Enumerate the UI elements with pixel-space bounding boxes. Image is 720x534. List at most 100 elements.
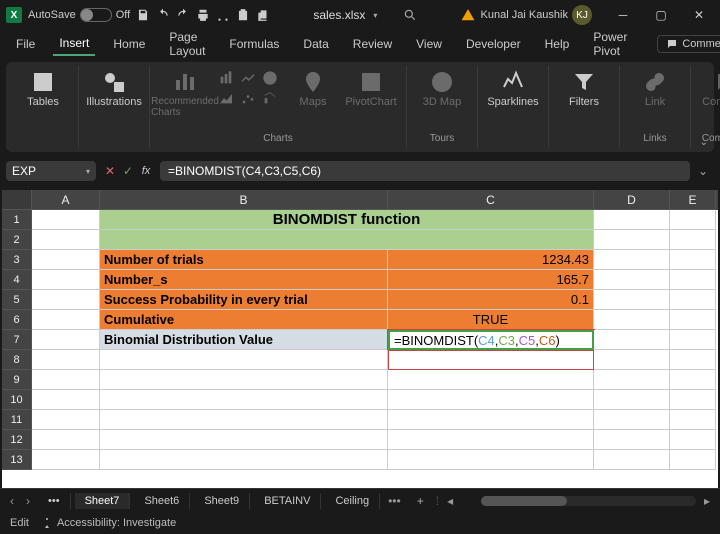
sheet-nav-next[interactable]: › bbox=[22, 494, 34, 508]
cell-E12[interactable] bbox=[670, 430, 716, 450]
filename-chevron-icon[interactable]: ▾ bbox=[373, 11, 377, 20]
tab-view[interactable]: View bbox=[410, 33, 448, 55]
cell-D9[interactable] bbox=[594, 370, 670, 390]
cell-A1[interactable] bbox=[32, 210, 100, 230]
cell-A7[interactable] bbox=[32, 330, 100, 350]
cell-E8[interactable] bbox=[670, 350, 716, 370]
cell-B8[interactable] bbox=[100, 350, 388, 370]
user-account[interactable]: Kunal Jai Kaushik KJ bbox=[481, 5, 592, 25]
sheet-tab-sheet6[interactable]: Sheet6 bbox=[134, 493, 190, 509]
redo-icon[interactable] bbox=[176, 8, 190, 22]
cell-C11[interactable] bbox=[388, 410, 594, 430]
tables-button[interactable]: Tables bbox=[18, 70, 68, 108]
sheet-tab-more[interactable]: ••• bbox=[38, 493, 71, 509]
row-header-10[interactable]: 10 bbox=[2, 390, 32, 410]
cell-C8[interactable] bbox=[388, 350, 594, 370]
warning-icon[interactable] bbox=[461, 8, 475, 22]
spreadsheet-grid[interactable]: A B C D E 1 BINOMDIST function 2 3 Numbe… bbox=[2, 190, 718, 488]
name-box[interactable]: EXP ▾ bbox=[6, 161, 96, 181]
tab-review[interactable]: Review bbox=[347, 33, 398, 55]
cell-D6[interactable] bbox=[594, 310, 670, 330]
cell-D8[interactable] bbox=[594, 350, 670, 370]
cancel-formula-button[interactable]: ✕ bbox=[102, 163, 118, 179]
save-icon[interactable] bbox=[136, 8, 150, 22]
sheet-tab-more-right[interactable]: ••• bbox=[384, 494, 405, 508]
scroll-thumb[interactable] bbox=[481, 496, 567, 506]
tab-file[interactable]: File bbox=[10, 33, 41, 55]
tab-formulas[interactable]: Formulas bbox=[223, 33, 285, 55]
new-sheet-button[interactable]: + bbox=[409, 494, 432, 508]
row-header-8[interactable]: 8 bbox=[2, 350, 32, 370]
filters-button[interactable]: Filters bbox=[559, 70, 609, 108]
cell-C10[interactable] bbox=[388, 390, 594, 410]
comments-button[interactable]: Comments bbox=[657, 35, 720, 53]
cell-B7[interactable]: Binomial Distribution Value bbox=[100, 330, 388, 350]
cell-A8[interactable] bbox=[32, 350, 100, 370]
cut-icon[interactable] bbox=[216, 8, 230, 22]
cell-C13[interactable] bbox=[388, 450, 594, 470]
cell-D4[interactable] bbox=[594, 270, 670, 290]
cell-C4[interactable]: 165.7 bbox=[388, 270, 594, 290]
sheet-nav-prev[interactable]: ‹ bbox=[6, 494, 18, 508]
illustrations-button[interactable]: Illustrations bbox=[89, 70, 139, 108]
tab-help[interactable]: Help bbox=[539, 33, 576, 55]
cell-B4[interactable]: Number_s bbox=[100, 270, 388, 290]
cell-A13[interactable] bbox=[32, 450, 100, 470]
print-icon[interactable] bbox=[196, 8, 210, 22]
cell-D3[interactable] bbox=[594, 250, 670, 270]
sparklines-button[interactable]: Sparklines bbox=[488, 70, 538, 108]
name-box-chevron-icon[interactable]: ▾ bbox=[86, 167, 90, 176]
formula-expand-icon[interactable]: ⌄ bbox=[692, 164, 714, 178]
accessibility-status[interactable]: Accessibility: Investigate bbox=[41, 517, 176, 529]
sheet-tab-sheet7[interactable]: Sheet7 bbox=[75, 493, 131, 509]
cell-A5[interactable] bbox=[32, 290, 100, 310]
cell-E4[interactable] bbox=[670, 270, 716, 290]
row-header-4[interactable]: 4 bbox=[2, 270, 32, 290]
col-header-C[interactable]: C bbox=[388, 190, 594, 210]
sheet-tab-betainv[interactable]: BETAINV bbox=[254, 493, 321, 509]
cell-C9[interactable] bbox=[388, 370, 594, 390]
col-header-A[interactable]: A bbox=[32, 190, 100, 210]
cell-D7[interactable] bbox=[594, 330, 670, 350]
cell-E6[interactable] bbox=[670, 310, 716, 330]
tab-developer[interactable]: Developer bbox=[460, 33, 527, 55]
row-header-9[interactable]: 9 bbox=[2, 370, 32, 390]
tab-data[interactable]: Data bbox=[297, 33, 334, 55]
cell-C5[interactable]: 0.1 bbox=[388, 290, 594, 310]
cell-C3[interactable]: 1234.43 bbox=[388, 250, 594, 270]
cell-C7-active[interactable]: =BINOMDIST(C4,C3,C5,C6) bbox=[388, 330, 594, 350]
ribbon-collapse-icon[interactable]: ⌄ bbox=[700, 137, 708, 148]
cell-E3[interactable] bbox=[670, 250, 716, 270]
row-header-7[interactable]: 7 bbox=[2, 330, 32, 350]
cell-B6[interactable]: Cumulative bbox=[100, 310, 388, 330]
cell-A10[interactable] bbox=[32, 390, 100, 410]
row-header-2[interactable]: 2 bbox=[2, 230, 32, 250]
tab-page-layout[interactable]: Page Layout bbox=[163, 26, 211, 62]
cell-E2[interactable] bbox=[670, 230, 716, 250]
cell-D1[interactable] bbox=[594, 210, 670, 230]
scroll-right-arrow[interactable]: ▸ bbox=[700, 494, 714, 508]
minimize-button[interactable]: ─ bbox=[608, 3, 638, 27]
cell-A4[interactable] bbox=[32, 270, 100, 290]
toggle-switch[interactable] bbox=[80, 8, 112, 22]
sheet-tab-sheet9[interactable]: Sheet9 bbox=[194, 493, 250, 509]
cell-B10[interactable] bbox=[100, 390, 388, 410]
maximize-button[interactable]: ▢ bbox=[646, 3, 676, 27]
cell-E5[interactable] bbox=[670, 290, 716, 310]
cell-B1-C1-merged[interactable]: BINOMDIST function bbox=[100, 210, 594, 230]
row-header-12[interactable]: 12 bbox=[2, 430, 32, 450]
cell-B11[interactable] bbox=[100, 410, 388, 430]
insert-function-button[interactable]: fx bbox=[138, 163, 154, 179]
enter-formula-button[interactable]: ✓ bbox=[120, 163, 136, 179]
row-header-11[interactable]: 11 bbox=[2, 410, 32, 430]
cell-E1[interactable] bbox=[670, 210, 716, 230]
cell-D11[interactable] bbox=[594, 410, 670, 430]
cell-A12[interactable] bbox=[32, 430, 100, 450]
cell-E7[interactable] bbox=[670, 330, 716, 350]
horizontal-scrollbar[interactable] bbox=[481, 496, 696, 506]
close-button[interactable]: ✕ bbox=[684, 3, 714, 27]
cell-B12[interactable] bbox=[100, 430, 388, 450]
cell-E9[interactable] bbox=[670, 370, 716, 390]
cell-A11[interactable] bbox=[32, 410, 100, 430]
paste-icon[interactable] bbox=[236, 8, 250, 22]
